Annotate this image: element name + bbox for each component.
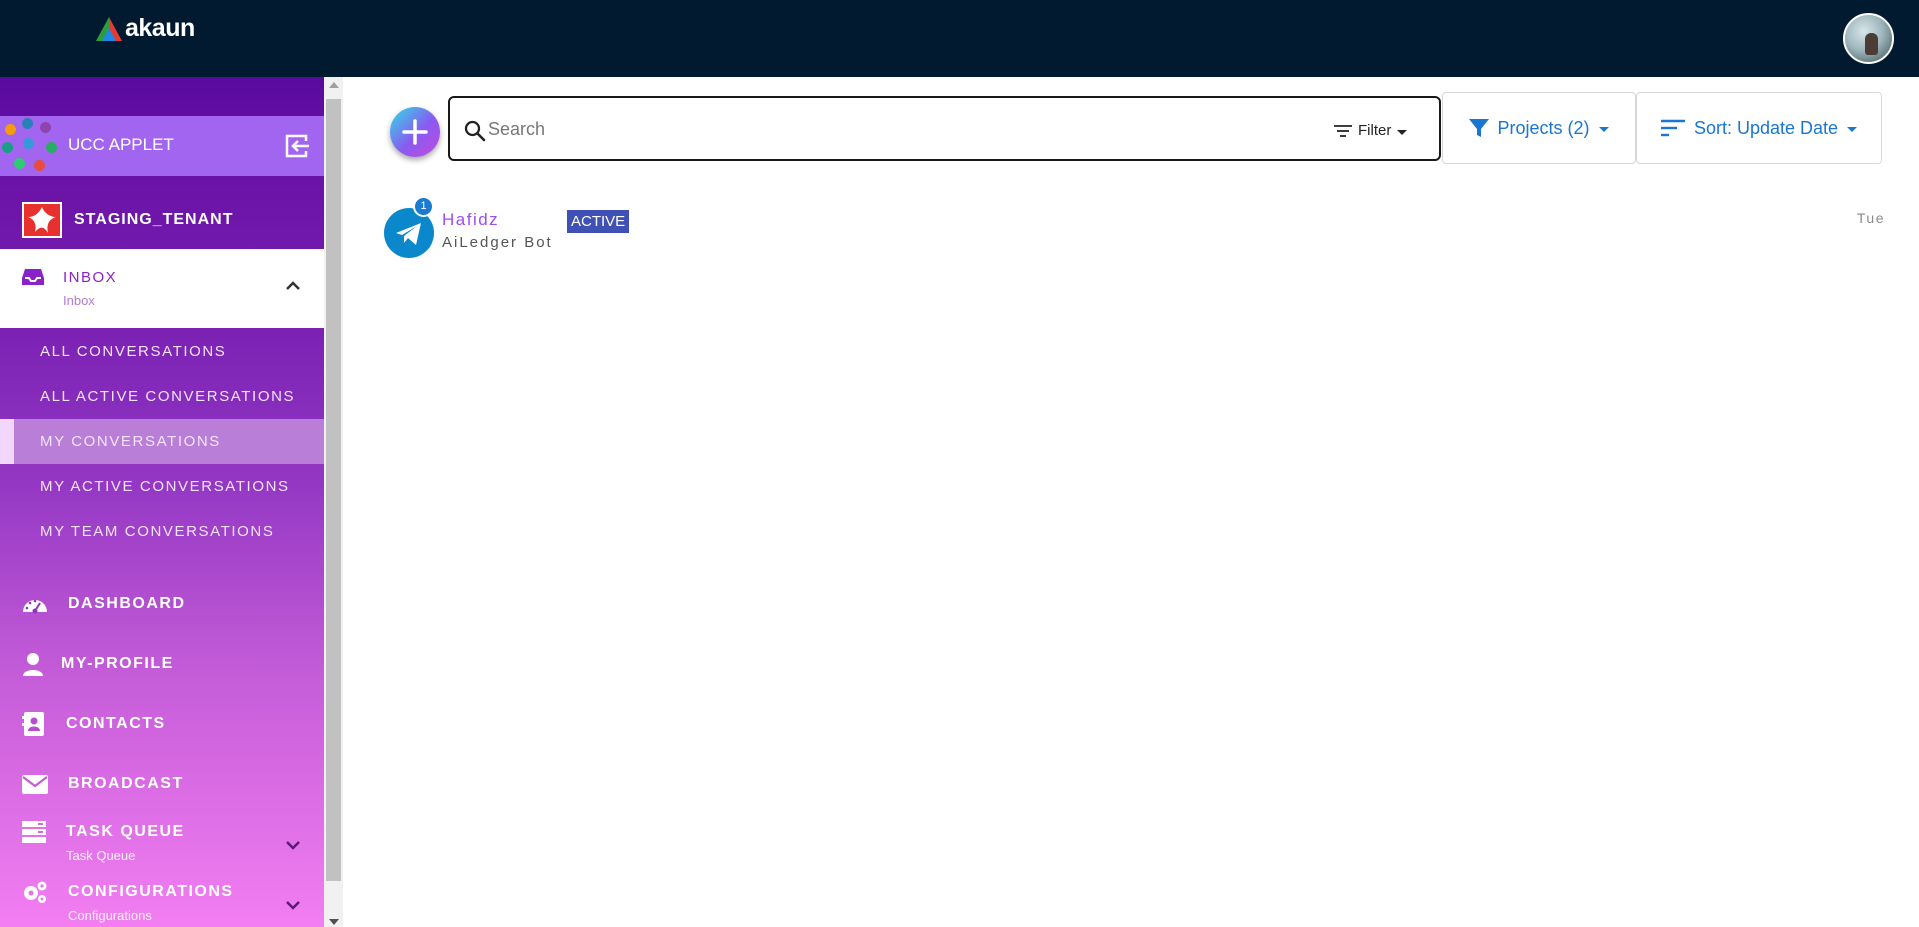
scroll-down-arrow[interactable] — [329, 919, 339, 925]
contacts-icon — [22, 712, 44, 736]
sidebar-item-my-team-conversations[interactable]: MY TEAM CONVERSATIONS — [0, 509, 324, 554]
inbox-sublabel: Inbox — [63, 293, 95, 308]
tenant-logo-icon — [28, 207, 56, 233]
filter-button[interactable]: Filter — [1334, 122, 1408, 139]
task-queue-icon — [22, 821, 46, 843]
applet-header[interactable]: UCC APPLET — [0, 116, 324, 176]
chevron-down-icon[interactable] — [285, 899, 301, 911]
configurations-label: CONFIGURATIONS — [68, 883, 234, 900]
configurations-sublabel: Configurations — [68, 908, 152, 923]
sidebar-item-my-conversations[interactable]: MY CONVERSATIONS — [0, 419, 324, 464]
contact-subtitle: AiLedger Bot — [442, 234, 553, 251]
user-icon — [23, 653, 43, 676]
sidebar-item-my-profile[interactable]: MY-PROFILE — [0, 639, 324, 689]
chevron-up-icon[interactable] — [285, 279, 301, 291]
add-conversation-button[interactable] — [390, 107, 440, 157]
filter-label: Filter — [1358, 122, 1392, 139]
sort-button[interactable]: Sort: Update Date — [1636, 92, 1882, 164]
sidebar: UCC APPLET STAGING_TENANT INBOX Inbox AL… — [0, 77, 324, 927]
projects-label: Projects (2) — [1497, 117, 1590, 138]
applet-icons — [0, 116, 62, 176]
search-box: Filter — [448, 96, 1441, 161]
tenant-header[interactable]: STAGING_TENANT — [0, 188, 324, 248]
sidebar-item-all-conversations[interactable]: ALL CONVERSATIONS — [0, 329, 324, 374]
exit-icon[interactable] — [283, 132, 311, 160]
task-queue-sublabel: Task Queue — [66, 848, 136, 863]
sidebar-item-task-queue[interactable]: TASK QUEUE Task Queue — [0, 807, 324, 867]
sort-icon — [1660, 119, 1685, 137]
mail-icon — [22, 775, 48, 794]
gears-icon — [24, 881, 47, 903]
sidebar-item-inbox[interactable]: INBOX Inbox — [0, 249, 324, 328]
akaun-logo-icon — [96, 16, 122, 41]
list-item[interactable]: 1 Hafidz AiLedger Bot ACTIVE Tue — [380, 196, 1885, 266]
unread-badge: 1 — [413, 196, 434, 217]
caret-down-icon — [1397, 129, 1408, 135]
sidebar-item-all-active-conversations[interactable]: ALL ACTIVE CONVERSATIONS — [0, 374, 324, 419]
scroll-thumb[interactable] — [326, 99, 341, 881]
tenant-label: STAGING_TENANT — [74, 211, 234, 228]
user-avatar[interactable] — [1843, 13, 1894, 64]
logo-text: akaun — [125, 14, 195, 42]
scroll-up-arrow[interactable] — [329, 82, 339, 88]
sidebar-item-label: MY CONVERSATIONS — [40, 433, 221, 450]
contact-name: Hafidz — [442, 210, 500, 229]
top-bar: akaun — [0, 0, 1919, 77]
caret-down-icon — [1598, 126, 1609, 132]
filter-lines-icon — [1334, 124, 1352, 137]
contacts-label: CONTACTS — [66, 715, 166, 732]
inbox-icon — [22, 269, 44, 285]
dashboard-icon — [23, 599, 47, 614]
sidebar-scrollbar[interactable] — [324, 77, 343, 927]
sidebar-item-my-active-conversations[interactable]: MY ACTIVE CONVERSATIONS — [0, 464, 324, 509]
akaun-logo[interactable]: akaun — [96, 14, 195, 43]
my-profile-label: MY-PROFILE — [61, 655, 174, 672]
funnel-icon — [1469, 119, 1490, 137]
applet-label: UCC APPLET — [68, 135, 174, 154]
sort-label: Sort: Update Date — [1693, 117, 1839, 138]
inbox-label: INBOX — [63, 269, 118, 286]
broadcast-label: BROADCAST — [68, 775, 184, 792]
sidebar-item-broadcast[interactable]: BROADCAST — [0, 759, 324, 809]
caret-down-icon — [1847, 126, 1858, 132]
sidebar-item-configurations[interactable]: CONFIGURATIONS Configurations — [0, 867, 324, 927]
tenant-logo — [22, 202, 62, 238]
sidebar-item-dashboard[interactable]: DASHBOARD — [0, 579, 324, 629]
chevron-down-icon[interactable] — [285, 839, 301, 851]
timestamp: Tue — [1856, 210, 1885, 226]
task-queue-label: TASK QUEUE — [66, 823, 185, 840]
search-input[interactable] — [488, 110, 1288, 148]
sidebar-item-contacts[interactable]: CONTACTS — [0, 699, 324, 749]
status-badge: ACTIVE — [567, 210, 630, 233]
projects-button[interactable]: Projects (2) — [1442, 92, 1636, 164]
plus-icon — [402, 119, 428, 145]
search-icon — [464, 120, 486, 142]
dashboard-label: DASHBOARD — [68, 595, 186, 612]
